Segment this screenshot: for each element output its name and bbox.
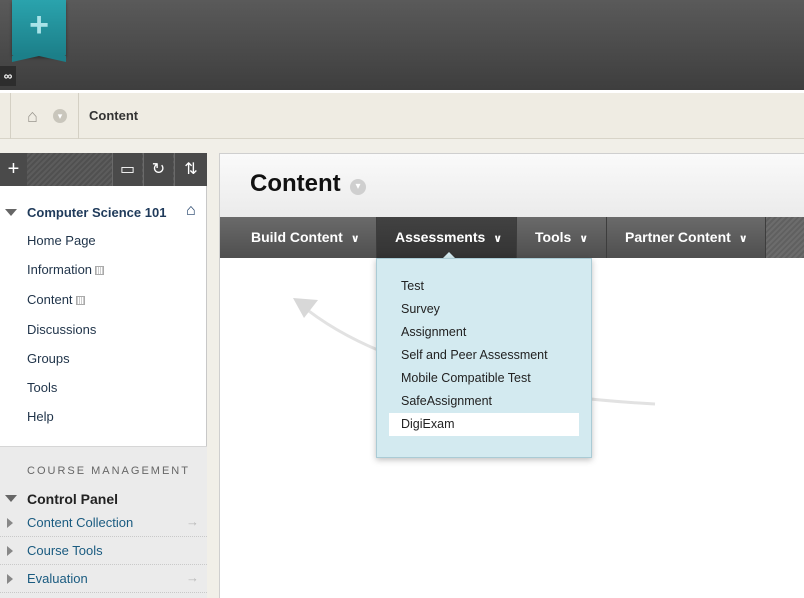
hidden-status-icon	[95, 266, 105, 275]
home-icon[interactable]: ⌂	[27, 107, 47, 125]
course-title[interactable]: Computer Science 101	[27, 205, 166, 220]
chevron-down-icon[interactable]: ▾	[350, 179, 366, 195]
dropdown-item-test[interactable]: Test	[401, 279, 424, 293]
control-panel-item-course-tools[interactable]: Course Tools	[0, 537, 207, 565]
hidden-status-icon	[75, 296, 85, 305]
logo-add-tab[interactable]: +	[12, 0, 66, 62]
top-header: + ∞	[0, 0, 804, 90]
collapse-triangle-icon[interactable]	[5, 209, 17, 216]
course-title-row[interactable]: Computer Science 101 ⌂	[0, 201, 207, 223]
add-menu-item-button[interactable]: +	[0, 153, 27, 186]
dropdown-item-safeassignment[interactable]: SafeAssignment	[401, 394, 492, 408]
chevron-down-icon: ∨	[738, 233, 748, 245]
expand-triangle-icon[interactable]	[7, 574, 13, 584]
dropdown-item-assignment[interactable]: Assignment	[401, 325, 466, 339]
breadcrumb-current: Content	[89, 108, 139, 123]
page-header: Content ▾	[220, 154, 804, 217]
sort-icon[interactable]: ⇅	[174, 153, 207, 186]
breadcrumb: ⌂ ▾ Content	[0, 93, 804, 139]
dropdown-item-survey[interactable]: Survey	[401, 302, 440, 316]
sidebar-item-information[interactable]: Information	[27, 262, 105, 277]
collapse-triangle-icon[interactable]	[5, 495, 17, 502]
sidebar-item-groups[interactable]: Groups	[27, 351, 70, 366]
assessments-dropdown: Test Survey Assignment Self and Peer Ass…	[376, 258, 592, 458]
chevron-down-icon[interactable]: ▾	[53, 109, 67, 123]
build-content-menu[interactable]: Build Content ∨	[233, 217, 377, 258]
expand-triangle-icon[interactable]	[7, 546, 13, 556]
control-panel-item-content-collection[interactable]: Content Collection →	[0, 509, 207, 537]
plus-icon: +	[29, 6, 49, 44]
expand-triangle-icon[interactable]	[7, 518, 13, 528]
dropdown-item-mobile-compatible-test[interactable]: Mobile Compatible Test	[401, 371, 531, 385]
action-bar-filler	[766, 217, 804, 258]
action-bar: Build Content ∨ Assessments ∨ Tools ∨ Partn…	[220, 217, 804, 258]
course-menu-sidebar: + ▭ ↻ ⇅ Computer Science 101 ⌂ Home Page…	[0, 153, 207, 598]
link-icon[interactable]: ∞	[0, 66, 16, 86]
tools-menu[interactable]: Tools ∨	[517, 217, 607, 258]
dropdown-item-digiexam[interactable]: DigiExam	[401, 417, 455, 431]
folder-view-icon[interactable]: ▭	[112, 153, 142, 186]
control-panel-heading[interactable]: Control Panel	[27, 491, 118, 507]
sidebar-item-tools[interactable]: Tools	[27, 380, 57, 395]
partner-content-menu[interactable]: Partner Content ∨	[607, 217, 766, 258]
sidebar-toolbar: + ▭ ↻ ⇅	[0, 153, 207, 186]
arrow-right-icon[interactable]: →	[186, 570, 199, 585]
breadcrumb-divider	[78, 93, 79, 139]
breadcrumb-divider	[10, 93, 11, 139]
course-management-heading: COURSE MANAGEMENT	[27, 465, 190, 477]
sidebar-item-content[interactable]: Content	[27, 292, 85, 307]
page-title: Content	[250, 170, 341, 197]
control-panel-item-evaluation[interactable]: Evaluation →	[0, 565, 207, 593]
sidebar-item-home-page[interactable]: Home Page	[27, 233, 96, 248]
sidebar-item-discussions[interactable]: Discussions	[27, 322, 96, 337]
course-home-icon[interactable]: ⌂	[186, 202, 196, 220]
sidebar-item-help[interactable]: Help	[27, 409, 54, 424]
chevron-down-icon: ∨	[493, 233, 503, 245]
course-management-panel: COURSE MANAGEMENT Control Panel Content …	[0, 446, 207, 598]
dropdown-item-self-peer-assessment[interactable]: Self and Peer Assessment	[401, 348, 548, 362]
refresh-icon[interactable]: ↻	[143, 153, 173, 186]
arrow-right-icon[interactable]: →	[186, 514, 199, 529]
chevron-down-icon: ∨	[350, 233, 360, 245]
chevron-down-icon: ∨	[579, 233, 589, 245]
